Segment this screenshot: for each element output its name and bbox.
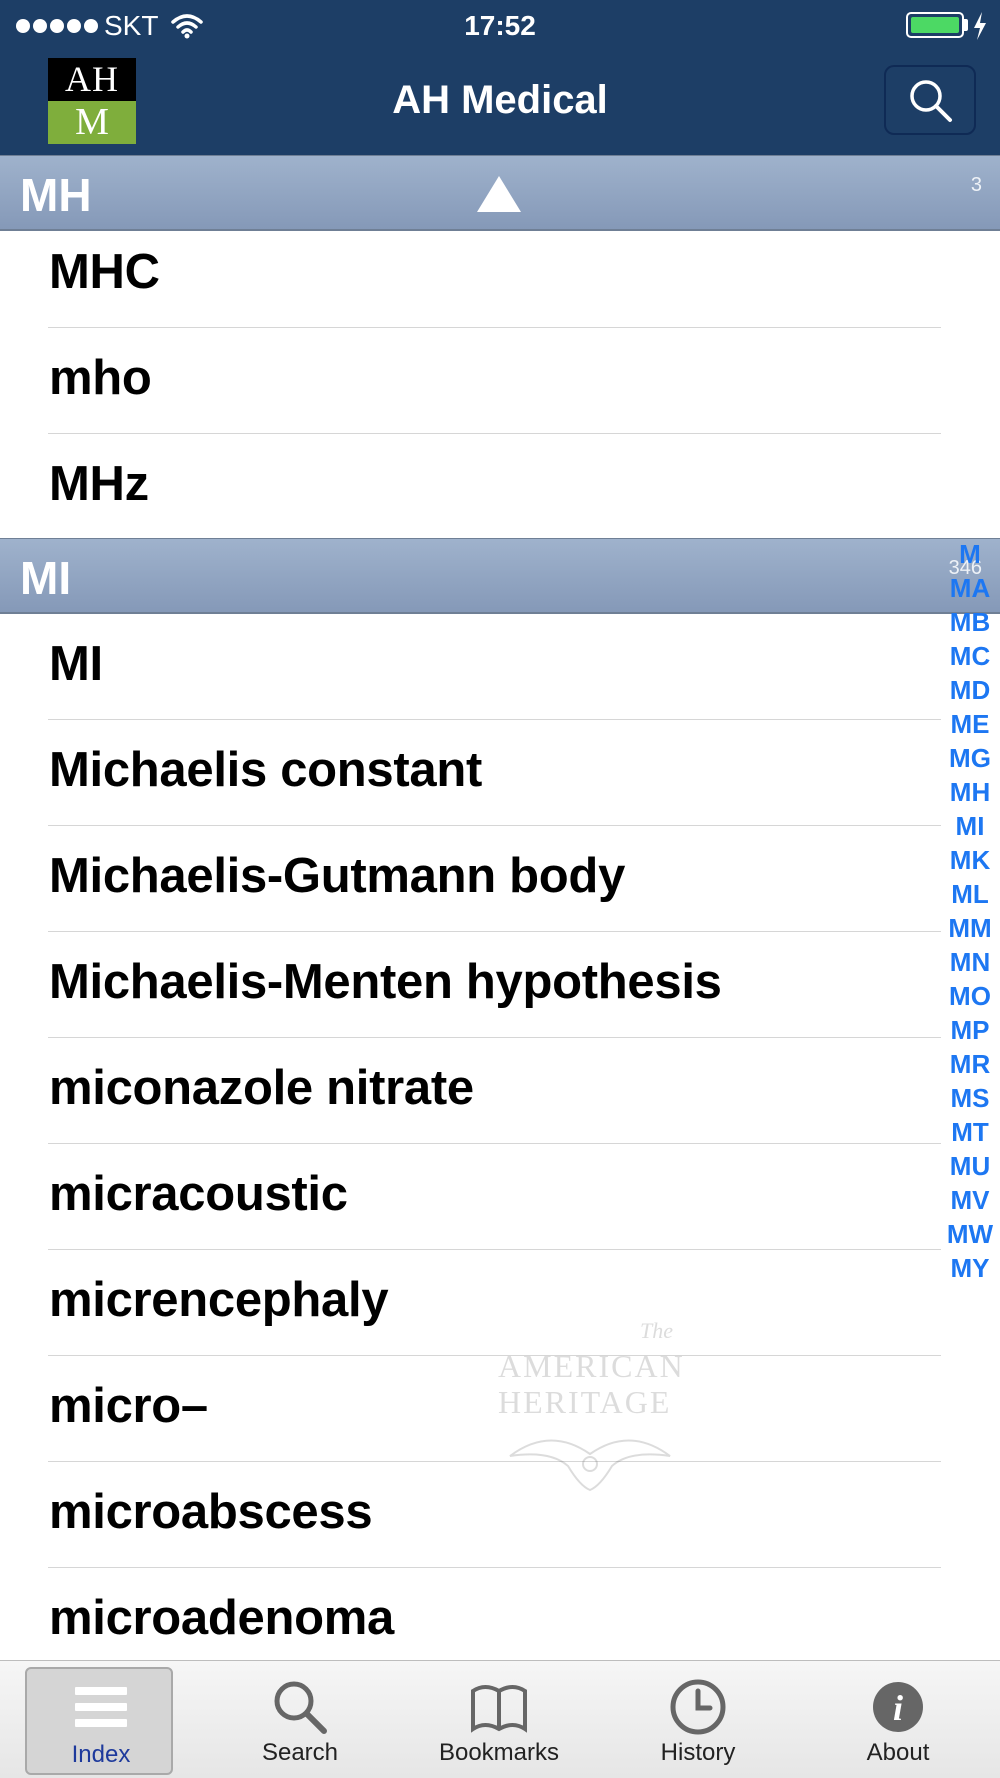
eagle-icon xyxy=(509,1439,671,1492)
index-letter[interactable]: MM xyxy=(940,911,1000,945)
page-title: AH Medical xyxy=(392,78,608,122)
info-icon: i xyxy=(873,1682,923,1732)
index-letter[interactable]: MD xyxy=(940,673,1000,707)
status-time: 17:52 xyxy=(464,10,536,41)
index-letter[interactable]: MG xyxy=(940,741,1000,775)
entry-label: microadenoma xyxy=(49,1591,394,1645)
section-header-mi: MI 346 xyxy=(0,538,1000,614)
book-icon xyxy=(471,1685,527,1733)
american-heritage-watermark: The AMERICAN HERITAGE xyxy=(490,1318,690,1498)
entry-label: Michaelis-Menten hypothesis xyxy=(49,955,722,1009)
section-title: MH xyxy=(20,169,92,221)
entry-label: Michaelis-Gutmann body xyxy=(49,849,626,903)
entry-label: MHz xyxy=(49,457,149,511)
index-letter[interactable]: MW xyxy=(940,1217,1000,1251)
section-index-bar[interactable]: M MA MB MC MD ME MG MH MI MK ML MM MN MO MP MR MS MT MU MV M… xyxy=(940,537,1000,1285)
tab-label: Search xyxy=(261,1739,339,1766)
list-item[interactable]: micracoustic xyxy=(48,1144,941,1250)
index-letter[interactable]: MP xyxy=(940,1013,1000,1047)
list-item[interactable]: MHz xyxy=(48,434,941,540)
entry-label: micracoustic xyxy=(49,1167,348,1221)
entry-label: microabscess xyxy=(49,1485,373,1539)
entry-label: micro– xyxy=(49,1379,208,1433)
tab-label: Index xyxy=(71,1741,131,1768)
battery-tip xyxy=(964,19,968,31)
index-letter[interactable]: MI xyxy=(940,809,1000,843)
entry-label: mho xyxy=(49,351,152,405)
index-letter[interactable]: MT xyxy=(940,1115,1000,1149)
clock-icon xyxy=(670,1679,726,1735)
battery-icon xyxy=(906,12,964,38)
entry-label: Michaelis constant xyxy=(49,743,482,797)
tab-search[interactable]: Search xyxy=(226,1667,374,1775)
list-item[interactable]: MI xyxy=(48,614,941,720)
section-header-mh: MH 3 xyxy=(0,155,1000,231)
index-letter[interactable]: MB xyxy=(940,605,1000,639)
scroll-up-arrow-icon[interactable] xyxy=(475,174,523,214)
index-letter[interactable]: M xyxy=(940,537,1000,571)
svg-text:i: i xyxy=(893,1688,903,1728)
watermark-heritage: HERITAGE xyxy=(498,1384,672,1420)
index-letter[interactable]: MC xyxy=(940,639,1000,673)
tab-bar: Index Search Bookmarks History i About xyxy=(0,1660,1000,1778)
tab-index[interactable]: Index xyxy=(25,1667,173,1775)
index-letter[interactable]: MA xyxy=(940,571,1000,605)
list-item[interactable]: Michaelis-Gutmann body xyxy=(48,826,941,932)
watermark-the: The xyxy=(640,1318,673,1343)
search-button[interactable] xyxy=(884,65,976,135)
list-item[interactable]: Michaelis constant xyxy=(48,720,941,826)
index-letter[interactable]: MY xyxy=(940,1251,1000,1285)
index-letter[interactable]: MH xyxy=(940,775,1000,809)
list-item[interactable]: mho xyxy=(48,328,941,434)
list-item[interactable]: Michaelis-Menten hypothesis xyxy=(48,932,941,1038)
section-count: 3 xyxy=(970,174,982,196)
index-letter[interactable]: ML xyxy=(940,877,1000,911)
navigation-bar: SKT 17:52 AH M AH Medical xyxy=(0,0,1000,155)
tab-label: History xyxy=(660,1739,736,1766)
index-letter[interactable]: MR xyxy=(940,1047,1000,1081)
tab-about[interactable]: i About xyxy=(824,1667,972,1775)
tab-history[interactable]: History xyxy=(624,1667,772,1775)
index-letter[interactable]: MS xyxy=(940,1081,1000,1115)
list-item[interactable]: microadenoma xyxy=(48,1568,941,1674)
list-item[interactable]: miconazole nitrate xyxy=(48,1038,941,1144)
index-letter[interactable]: MU xyxy=(940,1149,1000,1183)
list-item[interactable]: MHC xyxy=(48,222,941,328)
entry-label: micrencephaly xyxy=(49,1273,389,1327)
index-letter[interactable]: MN xyxy=(940,945,1000,979)
index-letter[interactable]: MK xyxy=(940,843,1000,877)
entry-label: MHC xyxy=(49,245,160,299)
index-letter[interactable]: MV xyxy=(940,1183,1000,1217)
watermark-american: AMERICAN xyxy=(498,1348,685,1384)
tab-label: Bookmarks xyxy=(438,1739,560,1766)
index-letter[interactable]: ME xyxy=(940,707,1000,741)
index-letter[interactable]: MO xyxy=(940,979,1000,1013)
list-icon xyxy=(75,1687,127,1727)
section-title: MI xyxy=(20,552,72,604)
entry-label: miconazole nitrate xyxy=(49,1061,474,1115)
search-icon xyxy=(274,1681,327,1734)
tab-bookmarks[interactable]: Bookmarks xyxy=(425,1667,573,1775)
entry-label: MI xyxy=(49,637,103,691)
search-icon xyxy=(910,80,952,122)
charging-bolt-icon xyxy=(974,12,986,40)
tab-label: About xyxy=(866,1739,930,1766)
